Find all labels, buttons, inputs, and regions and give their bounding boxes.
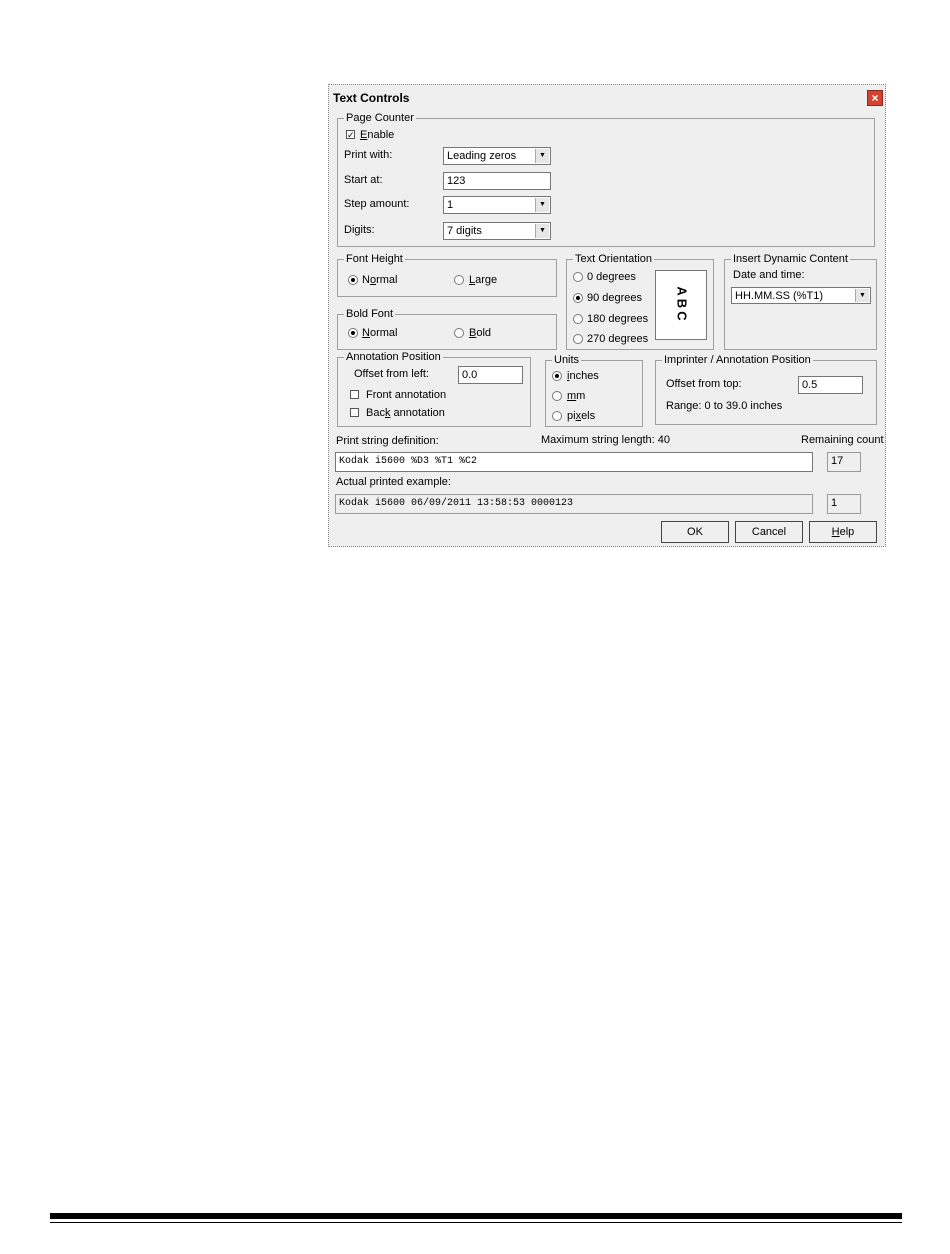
text-orientation-label: Text Orientation [573, 253, 655, 265]
start-at-field[interactable]: 123 [443, 172, 551, 190]
orientation-preview: ABC [655, 270, 707, 340]
bold-font-bold-radio[interactable] [454, 328, 464, 338]
bold-font-bold-label: Bold [469, 327, 492, 339]
enable-label: Enable [360, 129, 395, 141]
orientation-90-label: 90 degrees [587, 292, 643, 304]
example-count-value: 1 [827, 494, 861, 514]
units-pixels-label: pixels [567, 410, 596, 422]
font-height-normal-label: Normal [362, 274, 398, 286]
annotation-position-group: Annotation Position Offset from left: 0.… [337, 351, 531, 427]
font-height-label: Font Height [344, 253, 405, 265]
page-counter-group: Page Counter ✓ Enable Print with: Leadin… [337, 112, 875, 247]
bold-font-normal-radio[interactable] [348, 328, 358, 338]
text-orientation-group: Text Orientation 0 degrees 90 degrees 18… [566, 253, 714, 350]
front-annotation-checkbox[interactable] [350, 390, 359, 399]
offset-top-field[interactable]: 0.5 [798, 376, 863, 394]
units-inches-label: inches [567, 370, 599, 382]
date-time-label: Date and time: [733, 269, 805, 281]
imprinter-position-label: Imprinter / Annotation Position [662, 354, 813, 366]
step-amount-value: 1 [447, 199, 454, 211]
offset-left-label: Offset from left: [354, 368, 429, 380]
chevron-down-icon[interactable]: ▼ [535, 224, 549, 238]
offset-top-label: Offset from top: [666, 378, 742, 390]
remaining-count-value: 17 [827, 452, 861, 472]
orientation-180-label: 180 degrees [587, 313, 649, 325]
font-height-group: Font Height Normal Large [337, 253, 557, 297]
print-with-select[interactable]: Leading zeros ▼ [443, 147, 551, 165]
offset-left-field[interactable]: 0.0 [458, 366, 523, 384]
dynamic-content-group: Insert Dynamic Content Date and time: HH… [724, 253, 877, 350]
back-annotation-checkbox[interactable] [350, 408, 359, 417]
date-time-value: HH.MM.SS (%T1) [735, 290, 823, 302]
ok-button[interactable]: OK [661, 521, 729, 543]
dialog-title: Text Controls [333, 91, 410, 105]
range-text: Range: 0 to 39.0 inches [666, 400, 783, 412]
chevron-down-icon[interactable]: ▼ [535, 198, 549, 212]
start-at-label: Start at: [344, 174, 383, 186]
max-string-length-label: Maximum string length: 40 [541, 434, 670, 446]
footer-rule [50, 1213, 902, 1219]
font-height-normal-radio[interactable] [348, 275, 358, 285]
units-group: Units inches mm pixels [545, 354, 643, 427]
chevron-down-icon[interactable]: ▼ [855, 289, 869, 302]
orientation-0-label: 0 degrees [587, 271, 636, 283]
front-annotation-label: Front annotation [366, 389, 447, 401]
enable-checkbox[interactable]: ✓ [346, 130, 355, 140]
digits-label: Digits: [344, 224, 375, 236]
chevron-down-icon[interactable]: ▼ [535, 149, 549, 163]
units-label: Units [552, 354, 582, 366]
orientation-180-radio[interactable] [573, 314, 583, 324]
print-string-definition-label: Print string definition: [336, 435, 439, 447]
back-annotation-label: Back annotation [366, 407, 445, 419]
dynamic-content-label: Insert Dynamic Content [731, 253, 850, 265]
bold-font-label: Bold Font [344, 308, 396, 320]
help-button[interactable]: Help [809, 521, 877, 543]
orientation-0-radio[interactable] [573, 272, 583, 282]
print-with-value: Leading zeros [447, 150, 517, 162]
remaining-count-label: Remaining count [801, 434, 884, 446]
annotation-position-label: Annotation Position [344, 351, 443, 363]
print-with-label: Print with: [344, 149, 393, 161]
close-icon[interactable]: × [867, 90, 883, 106]
digits-value: 7 digits [447, 225, 482, 237]
actual-example-field: Kodak i5600 06/09/2011 13:58:53 0000123 [335, 494, 813, 514]
units-mm-radio[interactable] [552, 391, 562, 401]
title-bar: Text Controls × [329, 85, 885, 107]
units-mm-label: mm [567, 390, 586, 402]
units-inches-radio[interactable] [552, 371, 562, 381]
date-time-select[interactable]: HH.MM.SS (%T1) ▼ [731, 287, 871, 304]
text-controls-dialog: Text Controls × Page Counter ✓ Enable Pr… [328, 84, 886, 547]
units-pixels-radio[interactable] [552, 411, 562, 421]
step-amount-select[interactable]: 1 ▼ [443, 196, 551, 214]
orientation-90-radio[interactable] [573, 293, 583, 303]
actual-example-label: Actual printed example: [336, 476, 451, 488]
page-counter-label: Page Counter [344, 112, 416, 124]
orientation-270-radio[interactable] [573, 334, 583, 344]
footer-rule-thin [50, 1222, 902, 1223]
imprinter-position-group: Imprinter / Annotation Position Offset f… [655, 354, 877, 425]
digits-select[interactable]: 7 digits ▼ [443, 222, 551, 240]
step-amount-label: Step amount: [344, 198, 410, 210]
bold-font-group: Bold Font Normal Bold [337, 308, 557, 350]
bold-font-normal-label: Normal [362, 327, 398, 339]
orientation-270-label: 270 degrees [587, 333, 649, 345]
font-height-large-label: Large [469, 274, 498, 286]
print-string-field[interactable]: Kodak i5600 %D3 %T1 %C2 [335, 452, 813, 472]
font-height-large-radio[interactable] [454, 275, 464, 285]
cancel-button[interactable]: Cancel [735, 521, 803, 543]
orientation-preview-text: ABC [674, 286, 690, 324]
